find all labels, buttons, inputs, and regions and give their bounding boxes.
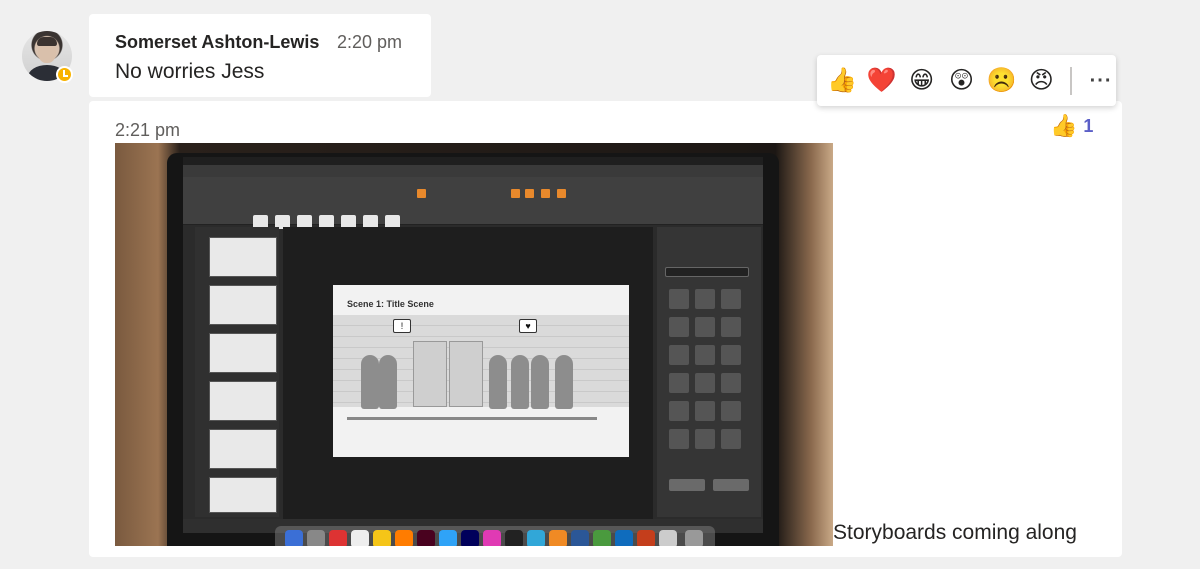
laptop: Scene 1: Title Scene ! ♥: [167, 153, 779, 546]
slide: Scene 1: Title Scene ! ♥: [333, 285, 629, 457]
reaction-picker: 👍 ❤️ 😁 😲 ☹️ 😠 ···: [817, 55, 1116, 106]
message-text: No worries Jess: [115, 60, 265, 83]
powerpoint-titlebar: [183, 165, 763, 177]
slide-title: Scene 1: Title Scene: [347, 299, 434, 309]
like-reaction-button[interactable]: 👍: [827, 66, 857, 96]
sad-reaction-button[interactable]: ☹️: [986, 66, 1016, 96]
avatar-hair: [37, 37, 57, 46]
reaction-count: 1: [1083, 115, 1094, 136]
message-card[interactable]: Somerset Ashton-Lewis 2:20 pm No worries…: [89, 14, 431, 97]
presence-away-icon: [56, 66, 73, 83]
message-timestamp: 2:21 pm: [115, 120, 181, 140]
slide-editor: Scene 1: Title Scene ! ♥: [283, 227, 653, 519]
mac-dock: [275, 526, 715, 546]
angry-reaction-button[interactable]: 😠: [1026, 66, 1056, 96]
message-author[interactable]: Somerset Ashton-Lewis: [115, 32, 319, 53]
attached-photo[interactable]: Scene 1: Title Scene ! ♥: [115, 143, 833, 546]
more-options-icon[interactable]: ···: [1086, 66, 1116, 96]
slide-thumbnails: [195, 227, 279, 517]
format-graphic-pane: [657, 227, 761, 517]
divider: [1070, 66, 1073, 95]
message-caption: Storyboards coming along: [833, 521, 1077, 544]
heart-reaction-button[interactable]: ❤️: [867, 66, 897, 96]
laugh-reaction-button[interactable]: 😁: [907, 66, 937, 96]
mac-menubar: [183, 157, 763, 165]
surprised-reaction-button[interactable]: 😲: [947, 66, 977, 96]
message-card[interactable]: 2:21 pm 👍 1 Scene 1: Title Scene ! ♥ Sto…: [89, 101, 1122, 557]
powerpoint-ribbon: [183, 177, 763, 229]
laptop-screen: Scene 1: Title Scene ! ♥: [183, 157, 763, 533]
message-timestamp: 2:20 pm: [337, 32, 403, 52]
reaction-summary[interactable]: 👍 1: [1050, 115, 1093, 137]
thumbs-up-icon: 👍: [1050, 113, 1078, 138]
